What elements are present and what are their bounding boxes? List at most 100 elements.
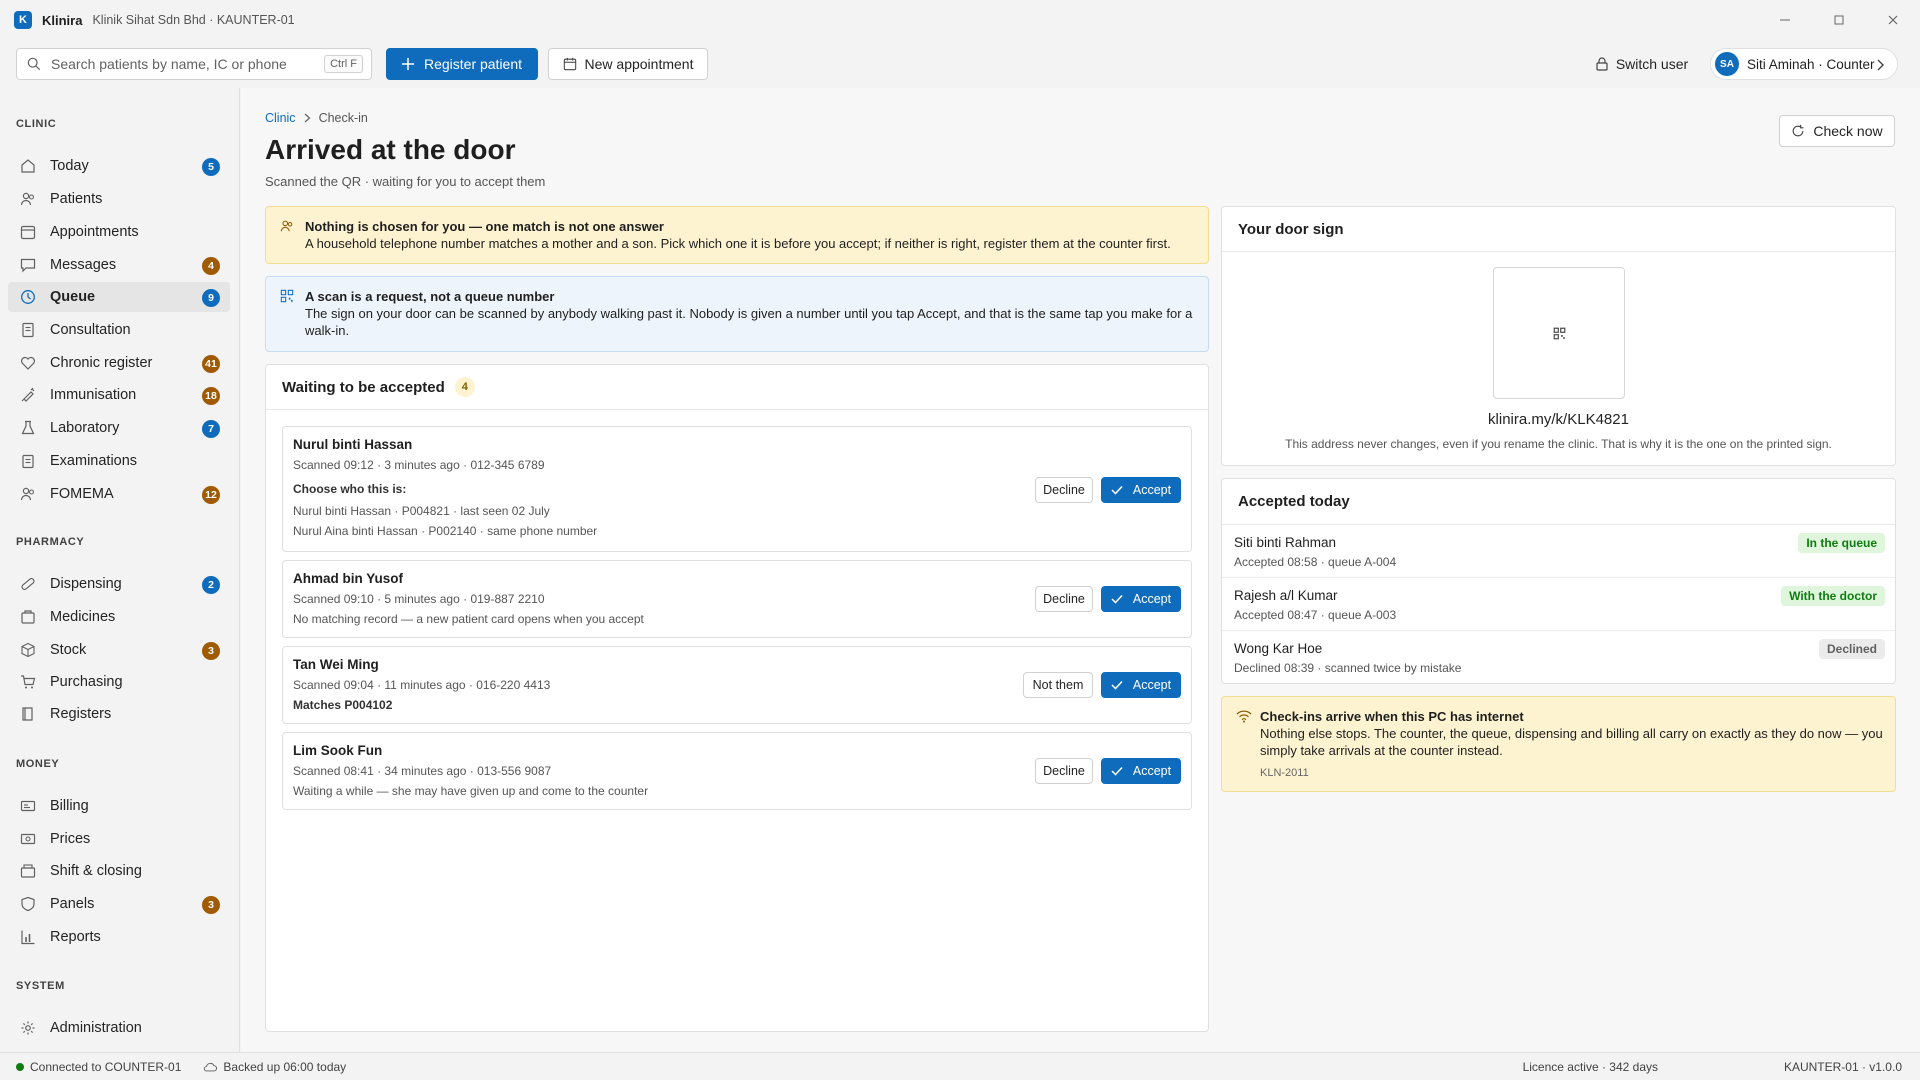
check-now-button[interactable]: Check now	[1779, 115, 1895, 147]
status-badge: In the queue	[1798, 533, 1885, 553]
sidebar-item-appointments[interactable]: Appointments	[8, 217, 230, 247]
people-icon	[20, 192, 35, 206]
decline-button[interactable]: Decline	[1035, 477, 1093, 503]
cart-icon	[21, 675, 36, 689]
accept-button[interactable]: Accept	[1101, 477, 1181, 503]
sidebar-item-queue[interactable]: Queue 9	[8, 282, 230, 312]
patient-name: Nurul binti Hassan	[293, 437, 413, 452]
sidebar-item-label: Billing	[50, 798, 89, 814]
sidebar-item-registers[interactable]: Registers	[8, 699, 230, 729]
box-icon	[21, 642, 35, 658]
accept-label: Accept	[1132, 764, 1172, 778]
calendar-icon	[20, 225, 36, 240]
door-sign-url[interactable]: klinira.my/k/KLK4821	[1222, 411, 1895, 428]
sidebar-item-shift-closing[interactable]: Shift & closing	[8, 856, 230, 886]
sidebar-item-label: Reports	[50, 929, 101, 945]
sidebar-item-laboratory[interactable]: Laboratory 7	[8, 413, 230, 443]
sidebar-item-consultation[interactable]: Consultation	[8, 315, 230, 345]
search-input[interactable]: Search patients by name, IC or phone Ctr…	[16, 48, 372, 80]
accepted-meta: Declined 08:39 · scanned twice by mistak…	[1234, 661, 1462, 675]
sidebar-item-stock[interactable]: Stock 3	[8, 635, 230, 665]
card-actions: Decline Accept	[1035, 477, 1181, 503]
sidebar-item-label: Dispensing	[50, 576, 122, 592]
sidebar-item-label: Prices	[50, 831, 91, 847]
accept-button[interactable]: Accept	[1101, 586, 1181, 612]
register-patient-button[interactable]: Register patient	[386, 48, 538, 80]
search-icon	[27, 57, 41, 71]
maximize-icon	[1834, 15, 1844, 25]
maximize-button[interactable]	[1816, 0, 1862, 40]
accepted-name: Wong Kar Hoe	[1234, 641, 1323, 656]
accepted-row[interactable]: Siti binti Rahman Accepted 08:58 · queue…	[1222, 525, 1895, 578]
waiting-card: Nurul binti Hassan Scanned 09:12 · 3 min…	[282, 426, 1192, 552]
decline-button[interactable]: Decline	[1035, 586, 1093, 612]
accepted-row[interactable]: Wong Kar Hoe Declined 08:39 · scanned tw…	[1222, 631, 1895, 683]
badge-count: 5	[202, 158, 220, 176]
sidebar-item-purchasing[interactable]: Purchasing	[8, 667, 230, 697]
price-icon	[20, 833, 36, 845]
sidebar-item-today[interactable]: Today 5	[8, 151, 230, 181]
sidebar-item-fomema[interactable]: FOMEMA 12	[8, 479, 230, 509]
sidebar-item-billing[interactable]: Billing	[8, 791, 230, 821]
sidebar-item-label: Queue	[50, 289, 96, 305]
sidebar-item-label: Medicines	[50, 609, 116, 625]
connection-status: Connected to COUNTER-01	[30, 1059, 182, 1074]
badge-count: 7	[202, 420, 220, 438]
sidebar-item-prices[interactable]: Prices	[8, 824, 230, 854]
match-option[interactable]: Nurul binti Hassan · P004821 · last seen…	[293, 504, 1181, 518]
sidebar-item-dispensing[interactable]: Dispensing 2	[8, 569, 230, 599]
panel-header: Your door sign	[1222, 207, 1895, 252]
sidebar-item-panels[interactable]: Panels 3	[8, 889, 230, 919]
flask-icon	[21, 420, 35, 435]
register-patient-label: Register patient	[423, 56, 523, 72]
accepted-row[interactable]: Rajesh a/l Kumar Accepted 08:47 · queue …	[1222, 578, 1895, 631]
sidebar-item-label: Appointments	[50, 224, 139, 240]
syringe-icon	[21, 387, 35, 402]
sidebar-item-administration[interactable]: Administration	[8, 1013, 230, 1043]
sidebar-item-examinations[interactable]: Examinations	[8, 446, 230, 476]
offline-title: Check-ins arrive when this PC has intern…	[1260, 709, 1524, 724]
search-shortcut: Ctrl F	[324, 55, 363, 73]
sidebar-item-immunisation[interactable]: Immunisation 18	[8, 380, 230, 410]
match-warning-alert: Nothing is chosen for you — one match is…	[265, 206, 1209, 264]
minimize-button[interactable]	[1762, 0, 1808, 40]
wifi-icon	[1236, 710, 1252, 723]
version-label: KAUNTER-01 · v1.0.0	[1783, 1059, 1902, 1074]
sidebar-item-label: Purchasing	[50, 674, 123, 690]
accept-button[interactable]: Accept	[1101, 758, 1181, 784]
toolbar: Search patients by name, IC or phone Ctr…	[0, 40, 1920, 88]
alert-title: A scan is a request, not a queue number	[305, 289, 555, 304]
backup-status: Backed up 06:00 today	[223, 1059, 347, 1074]
new-appointment-button[interactable]: New appointment	[548, 48, 708, 80]
qr-icon	[280, 289, 294, 303]
heart-icon	[21, 356, 35, 370]
sidebar-item-medicines[interactable]: Medicines	[8, 602, 230, 632]
close-icon	[1888, 15, 1898, 25]
sidebar-item-label: Registers	[50, 706, 112, 722]
user-menu[interactable]: SA Siti Aminah · Counter	[1710, 48, 1898, 80]
register-icon	[20, 864, 36, 878]
badge-count: 4	[202, 257, 220, 275]
sidebar-item-reports[interactable]: Reports	[8, 922, 230, 952]
switch-user-button[interactable]: Switch user	[1590, 48, 1694, 80]
panel-header: Waiting to be accepted 4	[266, 365, 1208, 410]
new-appointment-label: New appointment	[584, 56, 694, 72]
alert-body: A household telephone number matches a m…	[305, 236, 1171, 251]
sidebar-item-label: Consultation	[50, 322, 131, 338]
search-placeholder: Search patients by name, IC or phone	[51, 56, 287, 72]
chevron-right-icon	[1877, 59, 1884, 71]
sidebar-item-label: Immunisation	[50, 387, 137, 403]
sidebar-item-label: Laboratory	[50, 420, 120, 436]
sidebar-item-messages[interactable]: Messages 4	[8, 250, 230, 280]
decline-button[interactable]: Decline	[1035, 758, 1093, 784]
match-option[interactable]: Nurul Aina binti Hassan · P002140 · same…	[293, 524, 1181, 538]
sidebar-item-patients[interactable]: Patients	[8, 184, 230, 214]
accept-button[interactable]: Accept	[1101, 672, 1181, 698]
not-them-button[interactable]: Not them	[1023, 672, 1093, 698]
sidebar-item-chronic-register[interactable]: Chronic register 41	[8, 348, 230, 378]
alert-title: Nothing is chosen for you — one match is…	[305, 219, 664, 234]
breadcrumb-clinic[interactable]: Clinic	[265, 111, 296, 125]
sidebar-item-label: Stock	[50, 642, 87, 658]
close-window-button[interactable]	[1870, 0, 1916, 40]
offline-note: Check-ins arrive when this PC has intern…	[1221, 696, 1896, 792]
